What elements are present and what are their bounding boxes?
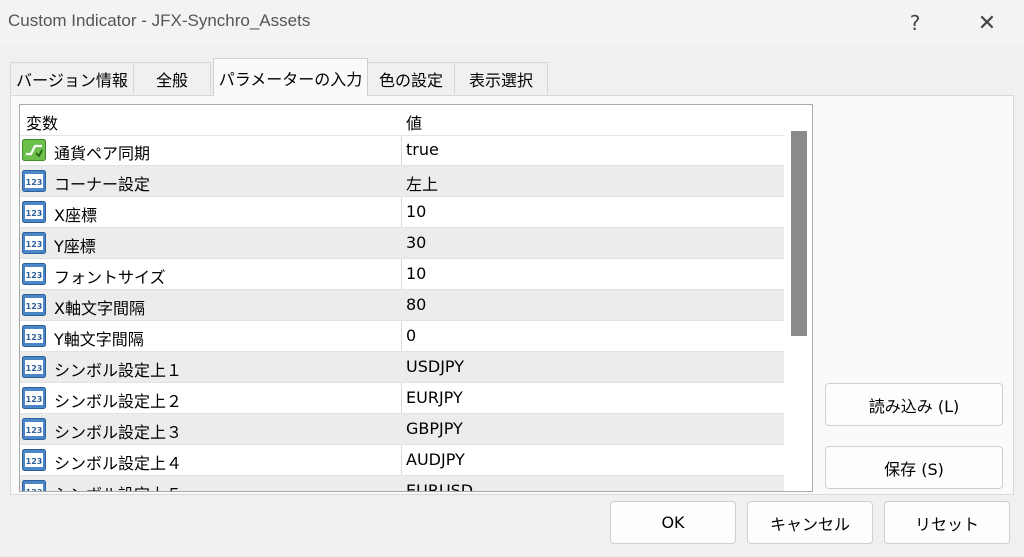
table-row[interactable]: 123 Y座標 30 <box>20 228 784 259</box>
parameter-name: シンボル設定上３ <box>54 423 183 442</box>
number-icon: 123 <box>22 170 46 192</box>
number-icon: 123 <box>22 232 46 254</box>
svg-text:123: 123 <box>26 240 43 249</box>
number-icon: 123 <box>22 294 46 316</box>
header-variable[interactable]: 変数 <box>26 110 58 134</box>
svg-text:123: 123 <box>26 395 43 404</box>
header-value[interactable]: 値 <box>406 110 422 134</box>
svg-text:123: 123 <box>26 178 43 187</box>
parameter-value[interactable]: EURJPY <box>406 388 463 407</box>
parameter-name: フォントサイズ <box>54 268 166 287</box>
parameter-value[interactable]: true <box>406 140 439 159</box>
save-button[interactable]: 保存 (S) <box>825 446 1003 489</box>
svg-text:123: 123 <box>26 364 43 373</box>
svg-text:123: 123 <box>26 457 43 466</box>
number-icon: 123 <box>22 387 46 409</box>
parameter-name: X軸文字間隔 <box>54 299 145 318</box>
parameter-value[interactable]: 10 <box>406 202 426 221</box>
table-row[interactable]: 123 シンボル設定上３ GBPJPY <box>20 414 784 445</box>
number-icon: 123 <box>22 480 46 492</box>
number-icon: 123 <box>22 449 46 471</box>
parameter-value[interactable]: USDJPY <box>406 357 464 376</box>
svg-text:123: 123 <box>26 426 43 435</box>
parameter-value[interactable]: 0 <box>406 326 416 345</box>
parameter-name: Y軸文字間隔 <box>54 330 144 349</box>
tab-colors[interactable]: 色の設定 <box>367 62 455 94</box>
svg-text:123: 123 <box>26 271 43 280</box>
svg-text:123: 123 <box>26 333 43 342</box>
parameter-name: X座標 <box>54 206 97 225</box>
parameter-name: シンボル設定上５ <box>54 481 182 491</box>
parameter-name: シンボル設定上４ <box>54 454 183 473</box>
parameter-name: シンボル設定上２ <box>54 392 183 411</box>
title-bar: Custom Indicator - JFX-Synchro_Assets ? … <box>0 0 1024 46</box>
parameter-value[interactable]: AUDJPY <box>406 450 465 469</box>
table-row[interactable]: 123 X軸文字間隔 80 <box>20 290 784 321</box>
table-row[interactable]: 123 シンボル設定上１ USDJPY <box>20 352 784 383</box>
grid-header: 変数 値 <box>20 105 784 136</box>
table-row[interactable]: 123 シンボル設定上５ EURUSD <box>20 476 784 492</box>
parameter-grid[interactable]: 変数 値 通貨ペア同期 true 123 コーナー設定 左上 123 X座標 10 123 Y座標… <box>19 104 813 492</box>
vertical-scrollbar[interactable] <box>785 105 812 491</box>
table-row[interactable]: 123 X座標 10 <box>20 197 784 228</box>
load-button[interactable]: 読み込み (L) <box>825 383 1003 426</box>
table-row[interactable]: 123 コーナー設定 左上 <box>20 166 784 197</box>
tab-display-select[interactable]: 表示選択 <box>454 62 548 94</box>
number-icon: 123 <box>22 356 46 378</box>
close-button[interactable]: ✕ <box>964 0 1010 46</box>
scrollbar-thumb[interactable] <box>791 131 807 336</box>
parameter-value[interactable]: 30 <box>406 233 426 252</box>
parameter-rows: 通貨ペア同期 true 123 コーナー設定 左上 123 X座標 10 123 Y座標 30 123… <box>20 135 784 492</box>
tab-general[interactable]: 全般 <box>133 62 211 94</box>
tab-input-parameters[interactable]: パラメーターの入力 <box>213 58 368 96</box>
table-row[interactable]: 123 フォントサイズ 10 <box>20 259 784 290</box>
table-row[interactable]: 123 Y軸文字間隔 0 <box>20 321 784 352</box>
parameter-value[interactable]: 80 <box>406 295 426 314</box>
window-title: Custom Indicator - JFX-Synchro_Assets <box>8 11 311 30</box>
number-icon: 123 <box>22 201 46 223</box>
ok-button[interactable]: OK <box>610 501 736 544</box>
svg-text:123: 123 <box>26 488 43 492</box>
parameter-name: 通貨ペア同期 <box>54 144 151 163</box>
parameter-name: コーナー設定 <box>54 175 151 194</box>
parameter-value[interactable]: GBPJPY <box>406 419 463 438</box>
table-row[interactable]: 通貨ペア同期 true <box>20 135 784 166</box>
number-icon: 123 <box>22 325 46 347</box>
help-button[interactable]: ? <box>892 0 938 46</box>
svg-text:123: 123 <box>26 302 43 311</box>
reset-button[interactable]: リセット <box>884 501 1010 544</box>
svg-text:123: 123 <box>26 209 43 218</box>
number-icon: 123 <box>22 418 46 440</box>
parameter-value[interactable]: 左上 <box>406 171 438 195</box>
parameter-name: シンボル設定上１ <box>54 361 183 380</box>
table-row[interactable]: 123 シンボル設定上４ AUDJPY <box>20 445 784 476</box>
table-row[interactable]: 123 シンボル設定上２ EURJPY <box>20 383 784 414</box>
tab-version-info[interactable]: バージョン情報 <box>10 62 134 94</box>
parameter-value[interactable]: EURUSD <box>406 481 473 491</box>
tab-strip: バージョン情報 全般 パラメーターの入力 色の設定 表示選択 <box>10 58 1010 96</box>
number-icon: 123 <box>22 263 46 285</box>
cancel-button[interactable]: キャンセル <box>747 501 873 544</box>
parameter-value[interactable]: 10 <box>406 264 426 283</box>
bool-icon <box>22 139 46 161</box>
parameter-name: Y座標 <box>54 237 96 256</box>
